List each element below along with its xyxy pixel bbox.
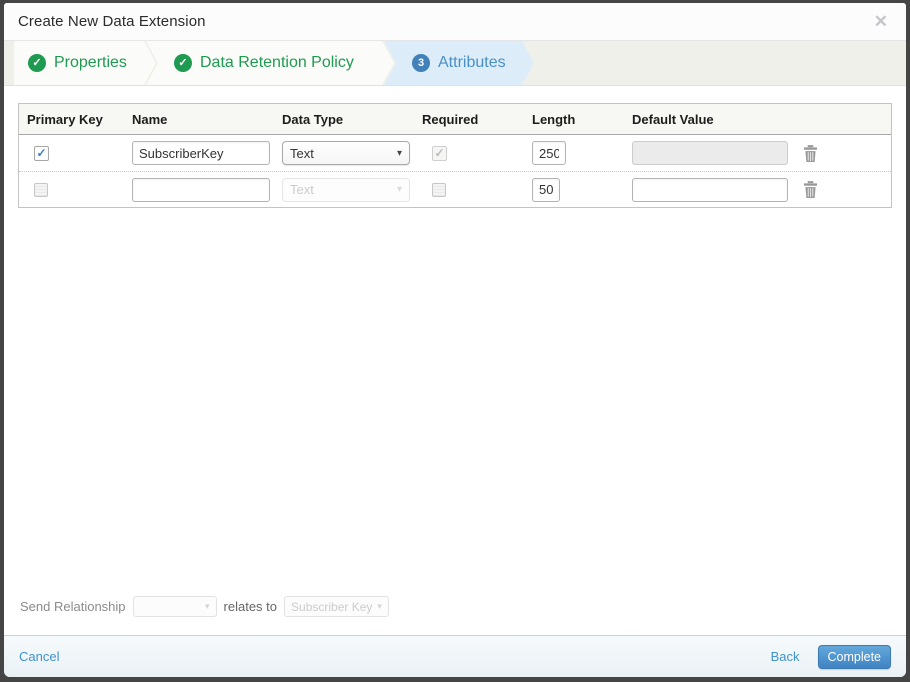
dialog-titlebar: Create New Data Extension ✕ [4, 3, 906, 41]
chevron-down-icon: ▾ [396, 147, 402, 159]
default-value-input [632, 141, 788, 165]
table-row: ✓ Text ▾ ✓ [19, 135, 891, 171]
check-icon: ✓ [178, 56, 188, 69]
send-relationship-field-select: ▾ [132, 596, 217, 617]
length-input[interactable] [532, 141, 566, 165]
chevron-down-icon: ▾ [205, 601, 210, 611]
name-input[interactable] [132, 177, 270, 202]
dialog-footer: Cancel Back Complete [4, 635, 906, 677]
relates-to-label: relates to [223, 599, 278, 614]
create-data-extension-dialog: Create New Data Extension ✕ ✓ Properties… [4, 3, 906, 677]
data-type-select[interactable]: Text ▾ [282, 141, 410, 165]
header-primary-key: Primary Key [27, 111, 103, 127]
dialog-content: Primary Key Name Data Type Required Leng… [4, 86, 906, 635]
send-relationship-label: Send Relationship [20, 599, 126, 614]
subscriber-key-select: Subscriber Key ▾ [284, 596, 389, 617]
header-required: Required [422, 111, 479, 127]
header-default-value: Default Value [632, 111, 714, 127]
wizard-step-data-retention-policy[interactable]: ✓ Data Retention Policy [146, 41, 394, 85]
required-checkbox: ✓ [432, 145, 447, 161]
cancel-link[interactable]: Cancel [19, 649, 59, 664]
header-data-type: Data Type [282, 111, 344, 127]
default-value-input[interactable] [632, 177, 788, 202]
check-icon: ✓ [36, 146, 47, 160]
check-icon: ✓ [32, 56, 42, 69]
selected-data-type: Text [290, 182, 314, 197]
required-checkbox[interactable] [432, 182, 446, 197]
step-number-badge: 3 [412, 54, 430, 72]
data-type-select: Text ▾ [282, 177, 410, 202]
trash-icon [803, 144, 818, 162]
name-input[interactable] [132, 141, 270, 165]
chevron-down-icon: ▾ [396, 184, 402, 195]
length-input[interactable] [532, 177, 560, 202]
header-name: Name [132, 111, 168, 127]
primary-key-checkbox[interactable] [34, 182, 48, 197]
wizard-step-properties[interactable]: ✓ Properties [14, 41, 156, 85]
trash-icon [803, 181, 818, 198]
step-label: Properties [54, 54, 127, 71]
send-relationship-row: Send Relationship ▾ relates to Subscribe… [4, 596, 906, 635]
wizard-step-attributes[interactable]: 3 Attributes [384, 41, 534, 85]
table-header-row: Primary Key Name Data Type Required Leng… [19, 104, 891, 135]
chevron-down-icon: ▾ [377, 601, 382, 611]
step-complete-check-icon: ✓ [174, 54, 192, 72]
delete-row-button[interactable] [803, 181, 818, 198]
selected-data-type: Text [290, 145, 314, 161]
step-complete-check-icon: ✓ [28, 54, 46, 72]
close-icon: ✕ [873, 12, 888, 31]
footer-actions: Back Complete [771, 644, 891, 669]
dialog-title: Create New Data Extension [18, 13, 206, 30]
wizard-steps-bar: ✓ Properties ✓ Data Retention Policy 3 A… [4, 41, 906, 86]
attributes-table: Primary Key Name Data Type Required Leng… [18, 103, 892, 208]
back-link[interactable]: Back [771, 649, 800, 664]
check-icon: ✓ [434, 146, 445, 160]
header-length: Length [532, 111, 576, 127]
delete-row-button[interactable] [803, 144, 818, 162]
complete-button[interactable]: Complete [817, 644, 891, 669]
primary-key-checkbox[interactable]: ✓ [34, 145, 49, 161]
step-label: Data Retention Policy [200, 54, 354, 71]
table-row: Text ▾ [19, 171, 891, 207]
subscriber-key-value: Subscriber Key [291, 599, 373, 614]
step-label: Attributes [438, 54, 506, 71]
close-button[interactable]: ✕ [870, 11, 892, 32]
